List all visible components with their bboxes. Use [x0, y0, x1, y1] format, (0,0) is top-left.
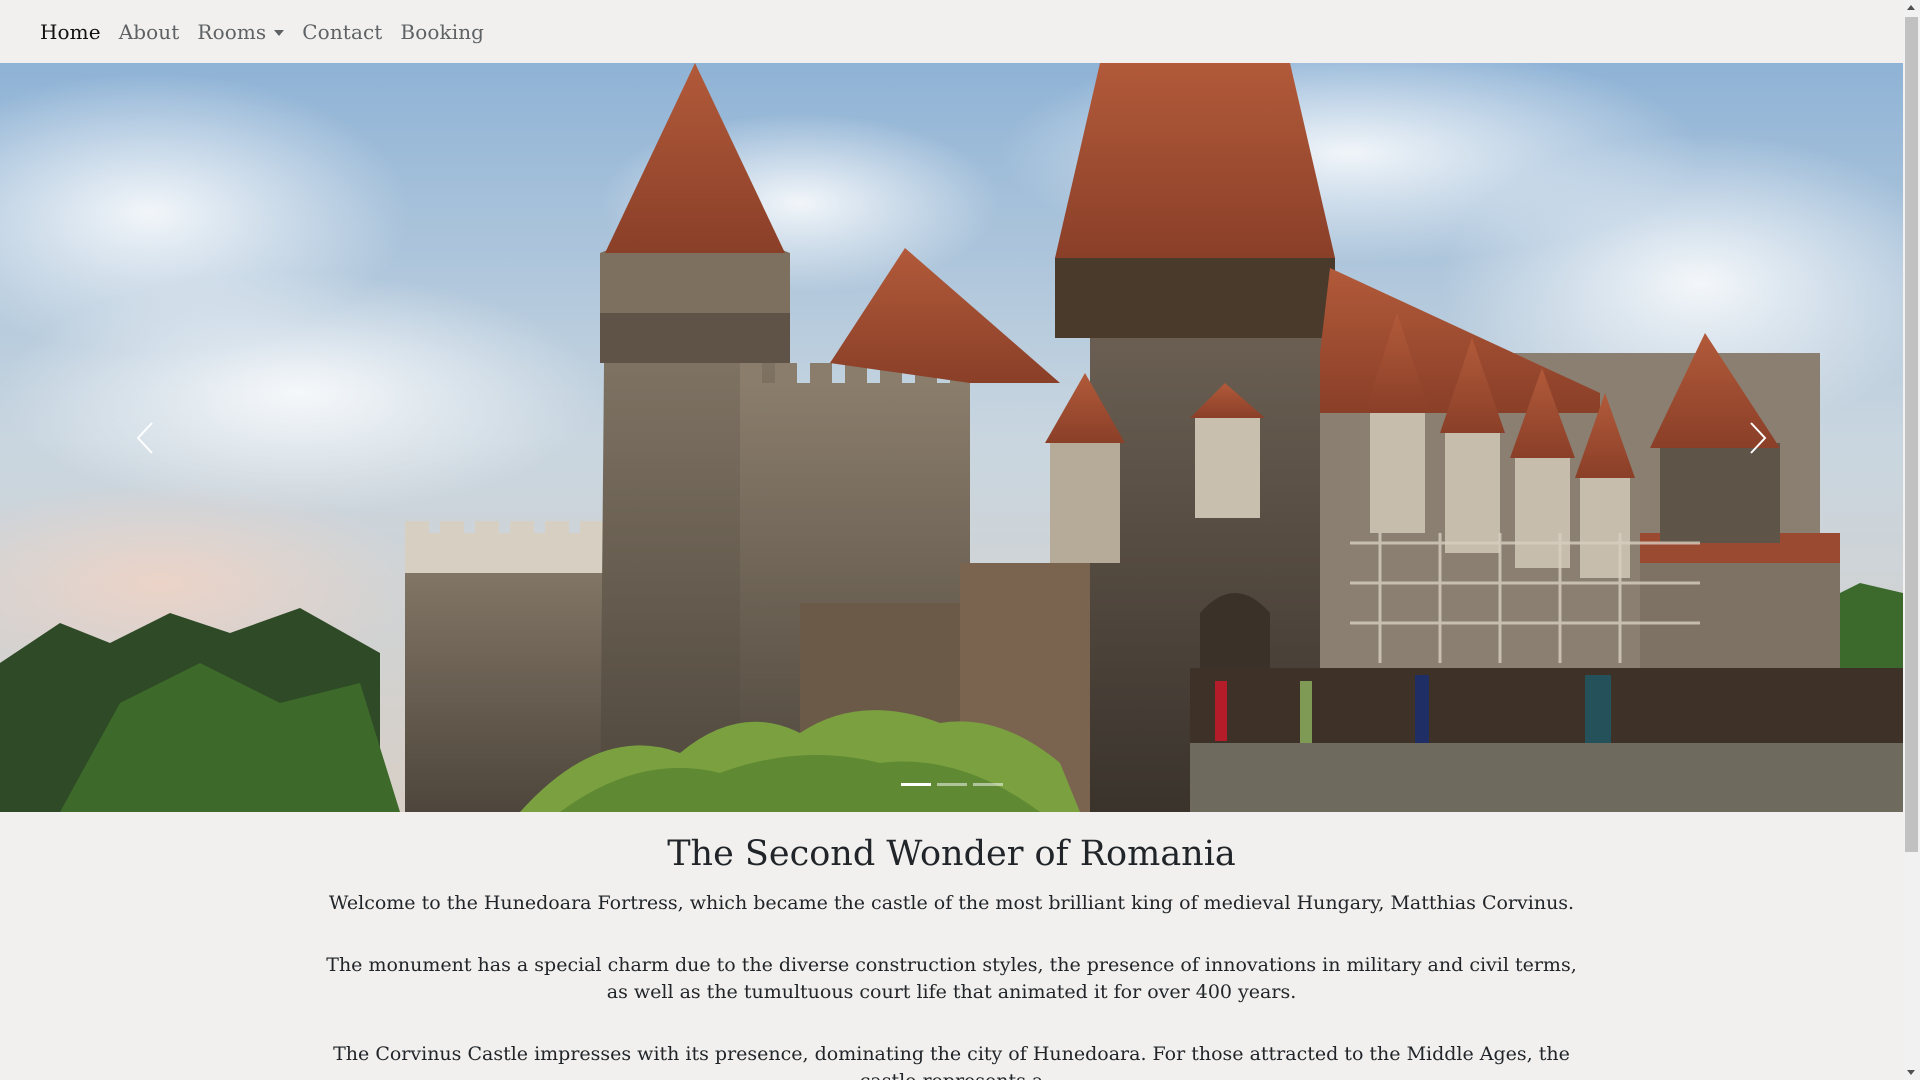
carousel-next-button[interactable]: [1613, 63, 1903, 812]
main-content: The Second Wonder of Romania Welcome to …: [0, 812, 1903, 1080]
charm-paragraph: The monument has a special charm due to …: [326, 954, 1577, 1003]
nav-about[interactable]: About: [119, 20, 180, 44]
navbar: Home About Rooms Contact Booking: [0, 0, 1903, 63]
page-heading: The Second Wonder of Romania: [667, 834, 1236, 874]
chevron-left-icon: [136, 421, 153, 454]
page: Home About Rooms Contact Booking The Sec…: [0, 0, 1903, 1080]
scroll-thumb[interactable]: [1905, 17, 1918, 852]
carousel-prev-button[interactable]: [0, 63, 290, 812]
nav-home[interactable]: Home: [40, 20, 101, 44]
nav-rooms-label: Rooms: [197, 19, 267, 44]
nav-rooms-dropdown[interactable]: Rooms: [197, 19, 285, 44]
carousel-indicator-3[interactable]: [972, 783, 1003, 786]
carousel-indicator-2[interactable]: [936, 783, 967, 786]
scroll-down-icon[interactable]: [1907, 1070, 1915, 1075]
nav-contact[interactable]: Contact: [302, 20, 382, 44]
caret-down-icon: [274, 29, 285, 36]
hero-carousel: [0, 63, 1903, 812]
carousel-indicator-1[interactable]: [900, 783, 931, 786]
intro-paragraph: Welcome to the Hunedoara Fortress, which…: [328, 892, 1575, 914]
scroll-up-icon[interactable]: [1907, 5, 1915, 10]
carousel-indicators: [0, 783, 1903, 786]
vertical-scrollbar[interactable]: [1903, 0, 1920, 1080]
presence-paragraph: The Corvinus Castle impresses with its p…: [333, 1043, 1570, 1080]
nav-booking[interactable]: Booking: [400, 20, 484, 44]
chevron-right-icon: [1750, 421, 1767, 454]
